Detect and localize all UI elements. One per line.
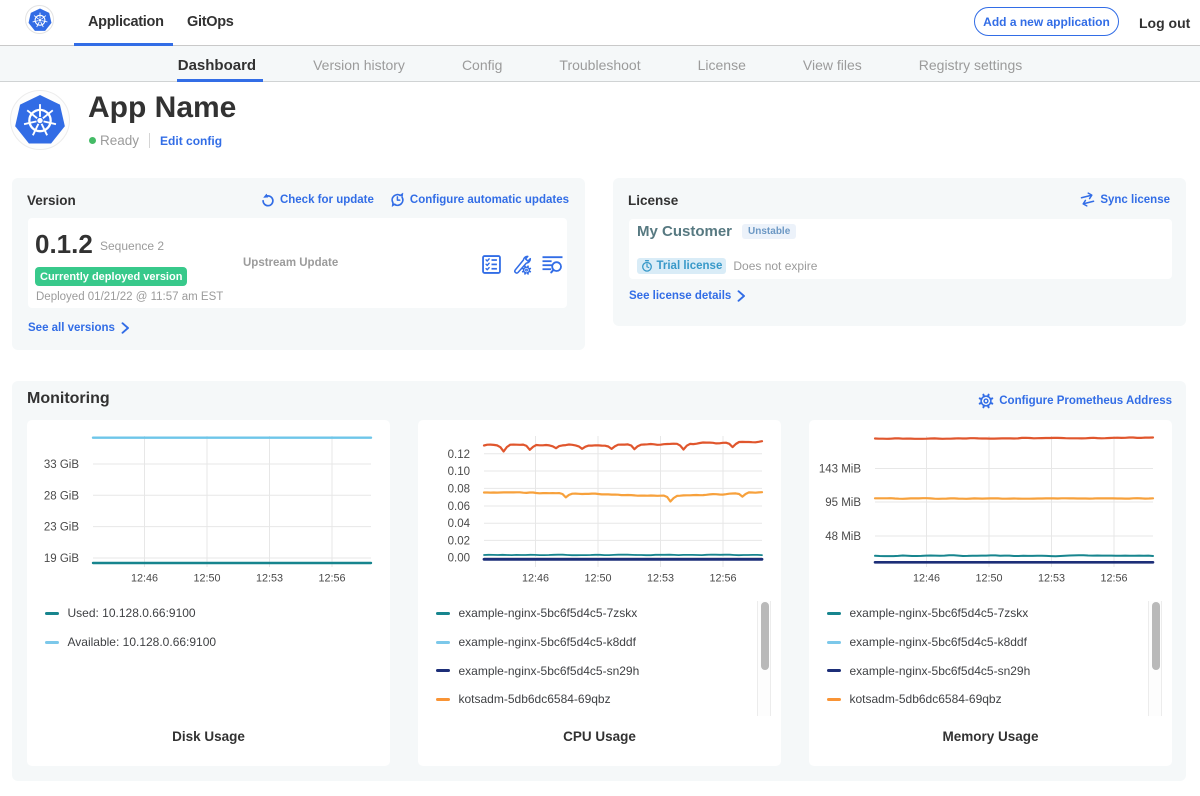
svg-text:12:50: 12:50 (584, 573, 611, 585)
svg-text:12:50: 12:50 (193, 573, 220, 585)
svg-text:28 GiB: 28 GiB (44, 490, 79, 502)
svg-text:12:53: 12:53 (256, 573, 283, 585)
svg-text:0.00: 0.00 (448, 553, 470, 565)
svg-text:12:53: 12:53 (647, 573, 674, 585)
svg-text:0.02: 0.02 (448, 535, 470, 547)
svg-text:12:46: 12:46 (131, 573, 158, 585)
svg-text:12:46: 12:46 (522, 573, 549, 585)
svg-text:95 MiB: 95 MiB (825, 497, 861, 509)
svg-text:12:46: 12:46 (913, 573, 940, 585)
svg-text:12:56: 12:56 (318, 573, 345, 585)
svg-text:23 GiB: 23 GiB (44, 522, 79, 534)
svg-text:33 GiB: 33 GiB (44, 459, 79, 471)
svg-text:0.08: 0.08 (448, 483, 470, 495)
svg-text:48 MiB: 48 MiB (825, 531, 861, 543)
svg-text:19 GiB: 19 GiB (44, 553, 79, 565)
svg-text:12:50: 12:50 (975, 573, 1002, 585)
svg-text:0.06: 0.06 (448, 501, 470, 513)
svg-text:12:53: 12:53 (1038, 573, 1065, 585)
svg-text:12:56: 12:56 (709, 573, 736, 585)
svg-text:0.10: 0.10 (448, 466, 470, 478)
svg-text:0.12: 0.12 (448, 449, 470, 461)
svg-text:143 MiB: 143 MiB (819, 464, 862, 476)
svg-text:12:56: 12:56 (1100, 573, 1127, 585)
svg-text:0.04: 0.04 (448, 518, 471, 530)
